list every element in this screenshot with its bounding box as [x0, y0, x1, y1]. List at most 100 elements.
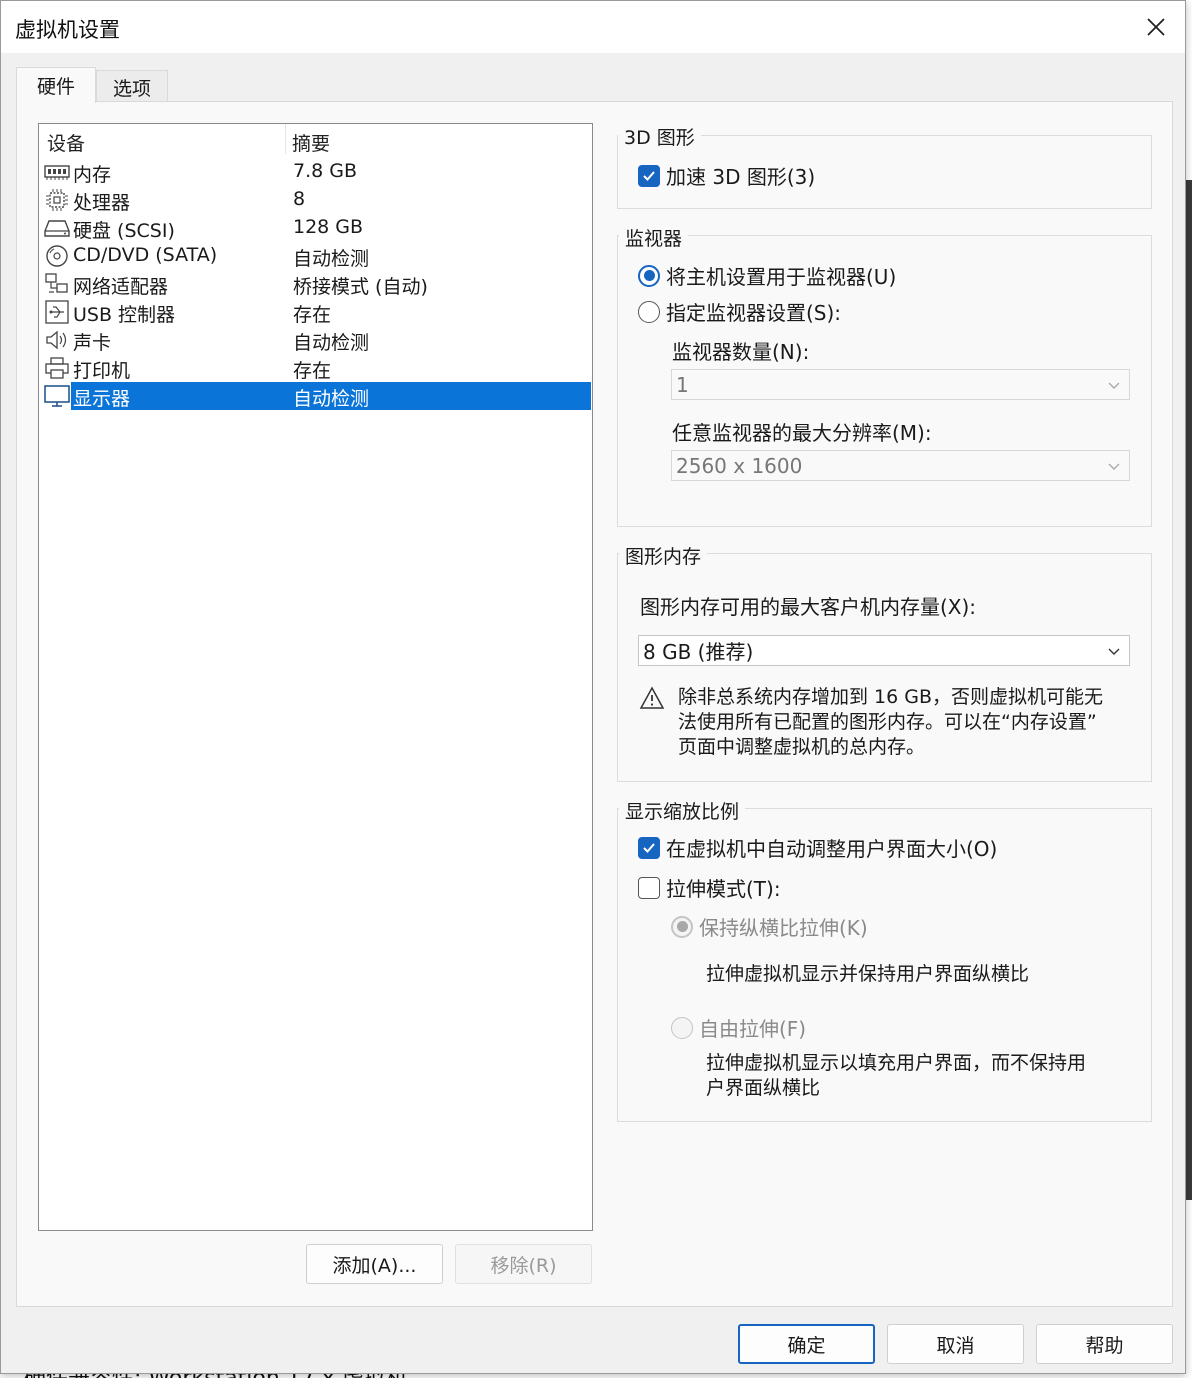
device-name: 内存 [73, 164, 112, 186]
device-summary: 128 GB [293, 216, 364, 238]
column-header-device[interactable]: 设备 [47, 129, 85, 156]
check-icon [643, 170, 655, 181]
device-row-cd-dvd[interactable]: CD/DVD (SATA) 自动检测 [40, 242, 591, 270]
stretch-mode-checkbox[interactable]: 拉伸模式(T): [638, 873, 781, 902]
group-title-monitors: 监视器 [619, 224, 689, 251]
vm-settings-dialog: 虚拟机设置 硬件 选项 设备 摘要 内存 7.8 GB 处理器 8 硬盘 (SC… [0, 0, 1186, 1374]
processor-icon [46, 189, 68, 211]
description-line: 拉伸虚拟机显示以填充用户界面，而不保持用 [706, 1052, 1087, 1074]
close-button[interactable] [1131, 7, 1181, 47]
radio-circle [638, 300, 660, 323]
device-row-usb-controller[interactable]: USB 控制器 存在 [40, 298, 591, 326]
keep-aspect-description: 拉伸虚拟机显示并保持用户界面纵横比 [706, 963, 1030, 985]
device-name: 网络适配器 [73, 276, 169, 298]
radio-circle [638, 264, 660, 287]
select-value: 2560 x 1600 [676, 453, 803, 478]
device-name: CD/DVD (SATA) [73, 244, 218, 266]
chevron-down-icon [1108, 382, 1120, 389]
max-resolution-label: 任意监视器的最大分辨率(M): [672, 421, 932, 445]
cancel-button[interactable]: 取消 [887, 1324, 1024, 1364]
graphics-memory-warning: 除非总系统内存增加到 16 GB，否则虚拟机可能无 法使用所有已配置的图形内存。… [678, 685, 1103, 760]
monitor-count-select[interactable]: 1 [671, 369, 1130, 400]
device-summary: 7.8 GB [293, 160, 358, 182]
keep-aspect-radio[interactable]: 保持纵横比拉伸(K) [671, 912, 868, 941]
device-row-processor[interactable]: 处理器 8 [40, 186, 591, 214]
radio-label: 自由拉伸(F) [699, 1017, 807, 1041]
close-icon [1147, 18, 1165, 36]
description-line: 户界面纵横比 [706, 1077, 821, 1099]
graphics-memory-label: 图形内存可用的最大客户机内存量(X): [640, 595, 977, 619]
checkbox-label: 拉伸模式(T): [666, 877, 781, 901]
monitor-icon [44, 385, 70, 407]
specify-monitor-radio[interactable]: 指定监视器设置(S): [638, 297, 841, 326]
device-name: 硬盘 (SCSI) [73, 220, 175, 242]
radio-circle [671, 1016, 693, 1039]
help-button[interactable]: 帮助 [1036, 1324, 1173, 1364]
group-title-3d-graphics: 3D 图形 [618, 123, 701, 150]
sound-card-icon [46, 330, 67, 350]
radio-label: 将主机设置用于监视器(U) [666, 265, 897, 289]
graphics-memory-select[interactable]: 8 GB (推荐) [638, 635, 1130, 666]
chevron-down-icon [1108, 648, 1120, 655]
device-summary: 自动检测 [293, 248, 370, 270]
free-stretch-radio[interactable]: 自由拉伸(F) [671, 1013, 806, 1042]
device-row-network-adapter[interactable]: 网络适配器 桥接模式 (自动) [40, 270, 591, 298]
checkbox-box [638, 876, 660, 899]
device-summary: 存在 [293, 304, 332, 326]
monitor-count-label: 监视器数量(N): [672, 340, 810, 364]
group-title-graphics-memory: 图形内存 [619, 542, 708, 569]
device-row-memory[interactable]: 内存 7.8 GB [40, 158, 591, 186]
device-row-printer[interactable]: 打印机 存在 [40, 354, 591, 382]
network-adapter-icon [45, 273, 68, 293]
warning-icon [639, 686, 665, 709]
column-header-summary[interactable]: 摘要 [292, 129, 330, 156]
group-title-display-scaling: 显示缩放比例 [619, 797, 746, 824]
device-summary: 自动检测 [293, 332, 370, 354]
device-row-hard-disk[interactable]: 硬盘 (SCSI) 128 GB [40, 214, 591, 242]
check-icon [643, 842, 655, 853]
warning-line: 除非总系统内存增加到 16 GB，否则虚拟机可能无 [678, 686, 1104, 708]
warning-line: 法使用所有已配置的图形内存。可以在“内存设置” [678, 711, 1097, 733]
max-resolution-select[interactable]: 2560 x 1600 [671, 450, 1130, 481]
auto-resize-checkbox[interactable]: 在虚拟机中自动调整用户界面大小(O) [638, 833, 997, 862]
hard-disk-icon [44, 220, 70, 237]
add-button[interactable]: 添加(A)... [306, 1244, 443, 1284]
usb-icon [45, 300, 69, 324]
device-name: 打印机 [73, 360, 131, 382]
device-summary: 自动检测 [293, 388, 370, 410]
checkbox-box [638, 164, 660, 187]
select-value: 1 [676, 372, 689, 397]
accelerate-3d-checkbox[interactable]: 加速 3D 图形(3) [638, 161, 815, 190]
ok-button[interactable]: 确定 [738, 1324, 875, 1364]
device-summary: 存在 [293, 360, 332, 382]
radio-circle [671, 915, 693, 938]
remove-button[interactable]: 移除(R) [455, 1244, 592, 1284]
printer-icon [45, 357, 69, 379]
device-list[interactable]: 设备 摘要 内存 7.8 GB 处理器 8 硬盘 (SCSI) 128 GB C… [38, 123, 593, 1231]
title-bar: 虚拟机设置 [1, 1, 1185, 53]
tab-hardware[interactable]: 硬件 [16, 67, 96, 103]
device-summary: 桥接模式 (自动) [293, 276, 428, 298]
device-name: 显示器 [73, 388, 131, 410]
radio-label: 指定监视器设置(S): [666, 301, 842, 325]
warning-line: 页面中调整虚拟机的总内存。 [678, 736, 926, 758]
memory-icon [44, 165, 70, 180]
checkbox-label: 在虚拟机中自动调整用户界面大小(O) [666, 837, 998, 861]
background-window-edge [1186, 180, 1192, 1200]
window-title: 虚拟机设置 [15, 18, 120, 42]
select-value: 8 GB (推荐) [643, 640, 754, 664]
device-name: 处理器 [73, 192, 131, 214]
checkbox-label: 加速 3D 图形(3) [666, 165, 816, 189]
use-host-monitor-radio[interactable]: 将主机设置用于监视器(U) [638, 261, 896, 290]
radio-label: 保持纵横比拉伸(K) [699, 916, 868, 940]
device-row-sound-card[interactable]: 声卡 自动检测 [40, 326, 591, 354]
device-row-monitor[interactable]: 显示器 自动检测 [40, 382, 591, 410]
tab-options[interactable]: 选项 [96, 70, 168, 104]
device-name: 声卡 [73, 332, 112, 354]
column-divider [285, 124, 286, 154]
cd-dvd-icon [46, 245, 68, 267]
device-name: USB 控制器 [73, 304, 176, 326]
device-summary: 8 [293, 188, 306, 210]
free-stretch-description: 拉伸虚拟机显示以填充用户界面，而不保持用 户界面纵横比 [706, 1051, 1086, 1101]
chevron-down-icon [1108, 463, 1120, 470]
